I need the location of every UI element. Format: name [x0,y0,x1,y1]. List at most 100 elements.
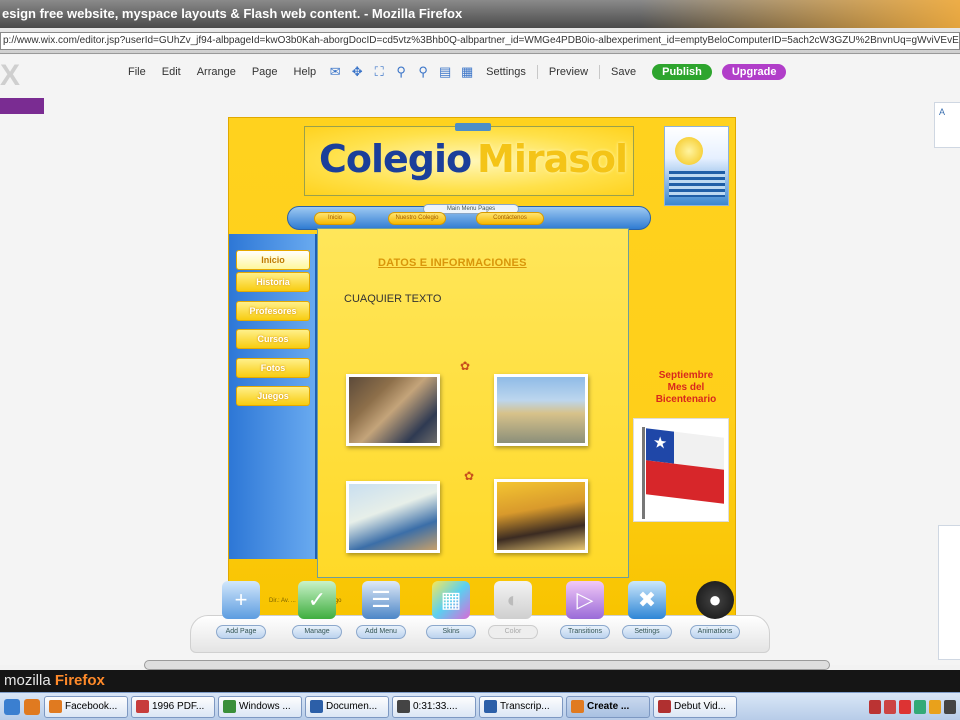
purple-tab[interactable] [0,98,44,114]
window-titlebar: esign free website, myspace layouts & Fl… [0,0,960,28]
url-field[interactable]: p://www.wix.com/editor.jsp?userId=GUhZv_… [0,32,960,50]
star-icon: ★ [653,434,668,453]
sept-line-3: Bicentenario [655,394,717,405]
side-nav-historia[interactable]: Historia [236,272,310,292]
content-text[interactable]: CUAQUIER TEXTO [344,293,441,305]
quicklaunch-icon[interactable] [4,698,20,715]
add-menu-label: Add Menu [356,625,406,639]
menu-edit[interactable]: Edit [154,66,189,78]
side-nav-profesores[interactable]: Profesores [236,301,310,321]
upgrade-button[interactable]: Upgrade [721,64,787,80]
settings-label: Settings [622,625,672,639]
task-facebook[interactable]: Facebook... [44,695,128,718]
task-transcript[interactable]: Transcrip... [479,695,563,718]
chile-flag-icon: ★ [646,428,724,504]
nav-pill-contacto[interactable]: Contáctenos [476,212,544,225]
menu-arrange[interactable]: Arrange [189,66,244,78]
side-nav-juegos[interactable]: Juegos [236,386,310,406]
tray-icon[interactable] [899,699,911,714]
site-title-mirasol[interactable]: Mirasol [477,137,628,181]
zoom-in-icon[interactable]: ⚲ [390,64,412,80]
add-menu-tool[interactable]: ☰ Add Menu [350,581,412,653]
photo-students-desks[interactable] [346,481,440,553]
windows-icon [223,699,236,713]
horizontal-scrollbar[interactable] [144,660,830,670]
publish-button[interactable]: Publish [652,64,712,80]
school-emblem[interactable] [664,126,729,206]
task-windows[interactable]: Windows ... [218,695,302,718]
right-side-panel[interactable]: A [934,102,960,148]
zoom-out-icon[interactable]: ⚲ [412,64,434,80]
side-nav-fotos[interactable]: Fotos [236,358,310,378]
notification-icon[interactable]: ✉ [324,64,346,80]
bicentenario-text[interactable]: Septiembre Mes del Bicentenario [641,370,731,406]
site-top-nav[interactable]: Main Menu Pages Inicio Nuestro Colegio C… [287,204,651,230]
tray-icon[interactable] [869,699,881,714]
tray-icon[interactable] [914,699,926,714]
menu-file[interactable]: File [120,66,154,78]
system-tray [866,699,960,714]
windows-taskbar: Facebook... 1996 PDF... Windows ... Docu… [0,692,960,720]
header-title-box[interactable]: Colegio Mirasol [304,123,634,196]
tray-icon[interactable] [944,699,956,714]
nav-pill-colegio[interactable]: Nuestro Colegio [388,212,446,225]
waves-icon [669,171,725,197]
flag-blue: ★ [646,428,674,464]
add-page-label: Add Page [216,625,266,639]
fit-icon[interactable]: ⛶ [368,64,390,80]
content-frame[interactable]: DATOS E INFORMACIONES CUAQUIER TEXTO ✿ ✿ [317,228,629,578]
side-nav-cursos[interactable]: Cursos [236,329,310,349]
task-pdf[interactable]: 1996 PDF... [131,695,215,718]
color-label: Color [488,625,538,639]
task-document[interactable]: Documen... [305,695,389,718]
preview-button[interactable]: Preview [541,66,596,78]
firefox-label-strip: mozilla Firefox [0,670,960,692]
photo-schoolyard[interactable] [494,374,588,446]
save-button[interactable]: Save [603,66,644,78]
tray-icon[interactable] [884,699,896,714]
website-canvas[interactable]: Colegio Mirasol Main Menu Pages Inicio N… [228,117,736,617]
settings-tool[interactable]: ✖ Settings [616,581,678,653]
tray-icon[interactable] [929,699,941,714]
tools-icon: ✖ [628,581,666,619]
task-timer[interactable]: 0:31:33.... [392,695,476,718]
photo-children-group[interactable] [494,479,588,553]
skins-tool[interactable]: ▦ Skins [420,581,482,653]
chile-flag-image[interactable]: ★ [633,418,729,522]
butterfly-icon[interactable]: ✿ [464,469,474,483]
firefox-icon [571,699,584,713]
media-icon [397,699,410,713]
task-debut[interactable]: Debut Vid... [653,695,737,718]
sun-icon [675,137,703,165]
butterfly-icon[interactable]: ✿ [460,359,470,373]
task-label: 1996 PDF... [152,700,205,712]
task-label: Facebook... [65,700,118,712]
transitions-icon: ▷ [566,581,604,619]
content-title[interactable]: DATOS E INFORMACIONES [378,257,527,269]
skins-label: Skins [426,625,476,639]
move-icon[interactable]: ✥ [346,64,368,80]
animations-tool[interactable]: ● Animations [684,581,746,653]
site-title-colegio[interactable]: Colegio [319,137,472,181]
nav-pill-inicio[interactable]: Inicio [314,212,356,225]
menu-page[interactable]: Page [244,66,286,78]
photo-classroom[interactable] [346,374,440,446]
window-title: esign free website, myspace layouts & Fl… [2,6,463,21]
grid-icon[interactable]: ▤ [434,64,456,80]
right-side-strip[interactable] [938,525,960,660]
snap-icon[interactable]: ▦ [456,64,478,80]
task-label: Debut Vid... [674,700,727,712]
firefox-quicklaunch-icon[interactable] [24,698,40,715]
side-nav-inicio[interactable]: Inicio [236,250,310,270]
manage-tool[interactable]: ✓ Manage [286,581,348,653]
header-tag [455,123,491,131]
menu-settings[interactable]: Settings [478,66,534,78]
add-page-tool[interactable]: + Add Page [210,581,272,653]
menu-help[interactable]: Help [286,66,325,78]
skins-icon: ▦ [432,581,470,619]
color-tool[interactable]: ◐ Color [482,581,544,653]
task-create[interactable]: Create ... [566,695,650,718]
wix-logo: X [0,59,21,92]
firefox-icon [49,699,62,713]
transitions-tool[interactable]: ▷ Transitions [554,581,616,653]
